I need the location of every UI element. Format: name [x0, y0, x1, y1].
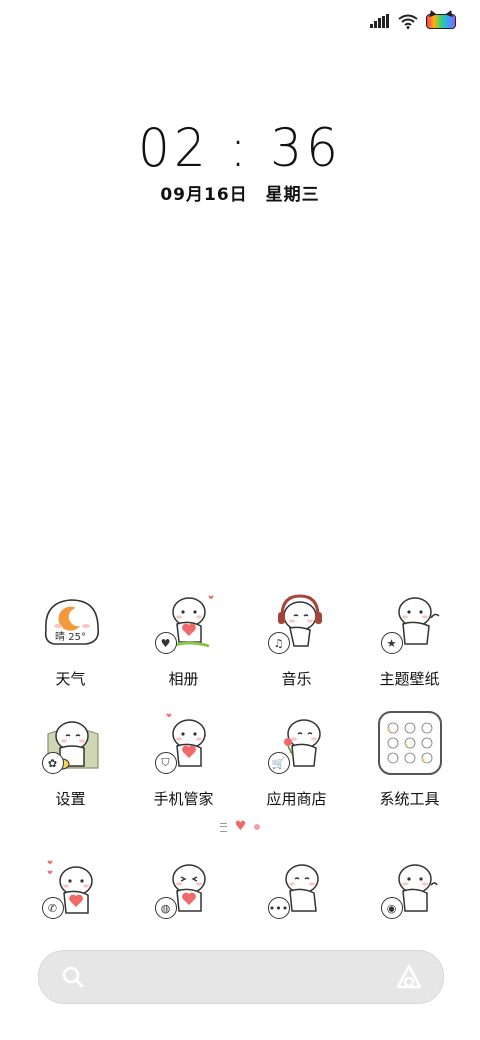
app-weather[interactable]: 晴 25° 天气 [14, 590, 127, 689]
page-dot-icon [254, 824, 261, 830]
globe-badge-icon: ◍ [154, 897, 177, 919]
page-list-icon [219, 822, 227, 832]
settings-gear-icon: ✿ [36, 710, 106, 780]
app-row-1: 晴 25° 天气 ♥ 相册 ♫ 音乐 ★ 主题壁纸 [14, 590, 466, 689]
star-badge-icon: ★ [380, 632, 403, 654]
music-headphones-icon: ♫ [262, 590, 332, 660]
app-label: 相册 [168, 670, 199, 688]
app-gallery[interactable]: ♥ 相册 [127, 590, 240, 689]
app-settings[interactable]: ✿ 设置 [14, 710, 127, 809]
camera-badge-icon: ◉ [380, 897, 403, 919]
app-system-tools[interactable]: 系统工具 [353, 710, 466, 809]
clock-time: 02 : 36 [138, 117, 342, 179]
dock-browser[interactable]: ◍ [127, 855, 240, 925]
app-label: 手机管家 [153, 790, 214, 808]
weather-moon-icon: 晴 25° [36, 590, 106, 660]
weather-text: 晴 25° [55, 632, 86, 643]
messages-icon: ••• [262, 855, 332, 925]
app-store-cart-icon: 🛒 [262, 710, 332, 780]
clock-widget[interactable]: 02 : 36 09月16日 星期三 [0, 118, 480, 205]
dock: ✆ ◍ ••• ◉ [14, 855, 466, 925]
home-screen: 02 : 36 09月16日 星期三 晴 25° 天气 ♥ 相册 ♫ 音乐 ★ … [0, 0, 480, 1040]
search-icon[interactable] [61, 965, 85, 989]
status-bar [370, 10, 456, 32]
app-label: 主题壁纸 [379, 670, 440, 688]
camera-icon: ◉ [375, 855, 445, 925]
app-phone-manager[interactable]: ⛉ 手机管家 [127, 710, 240, 809]
music-note-badge-icon: ♫ [267, 632, 290, 654]
cart-badge-icon: 🛒 [267, 752, 290, 774]
page-heart-icon: ♥ [234, 819, 247, 834]
app-label: 天气 [55, 670, 86, 688]
signal-bars-icon [370, 14, 389, 28]
dock-messages[interactable]: ••• [240, 855, 353, 925]
chat-badge-icon: ••• [267, 897, 290, 919]
weekday-text: 星期三 [265, 185, 320, 205]
assistant-icon[interactable] [395, 963, 423, 991]
app-music[interactable]: ♫ 音乐 [240, 590, 353, 689]
wifi-icon [398, 14, 418, 29]
app-themes[interactable]: ★ 主题壁纸 [353, 590, 466, 689]
app-label: 音乐 [281, 670, 312, 688]
gallery-heart-icon: ♥ [149, 590, 219, 660]
app-store[interactable]: 🛒 应用商店 [240, 710, 353, 809]
gear-badge-icon: ✿ [41, 752, 64, 774]
shield-badge-icon: ⛉ [154, 752, 177, 774]
app-label: 系统工具 [379, 790, 440, 808]
browser-icon: ◍ [149, 855, 219, 925]
date-text: 09月16日 [160, 185, 248, 205]
system-tools-folder-icon [375, 710, 445, 780]
phone-badge-icon: ✆ [41, 897, 64, 919]
themes-star-icon: ★ [375, 590, 445, 660]
security-shield-icon: ⛉ [149, 710, 219, 780]
page-indicator[interactable]: ♥ [0, 819, 480, 834]
heart-badge-icon: ♥ [154, 632, 177, 654]
search-bar[interactable] [38, 950, 444, 1004]
app-label: 设置 [55, 790, 86, 808]
app-label: 应用商店 [266, 790, 327, 808]
app-row-2: ✿ 设置 ⛉ 手机管家 🛒 应用商店 系统工具 [14, 710, 466, 809]
dock-phone[interactable]: ✆ [14, 855, 127, 925]
cat-battery-icon [426, 13, 456, 29]
clock-date: 09月16日 星期三 [0, 180, 480, 205]
dock-camera[interactable]: ◉ [353, 855, 466, 925]
phone-icon: ✆ [36, 855, 106, 925]
